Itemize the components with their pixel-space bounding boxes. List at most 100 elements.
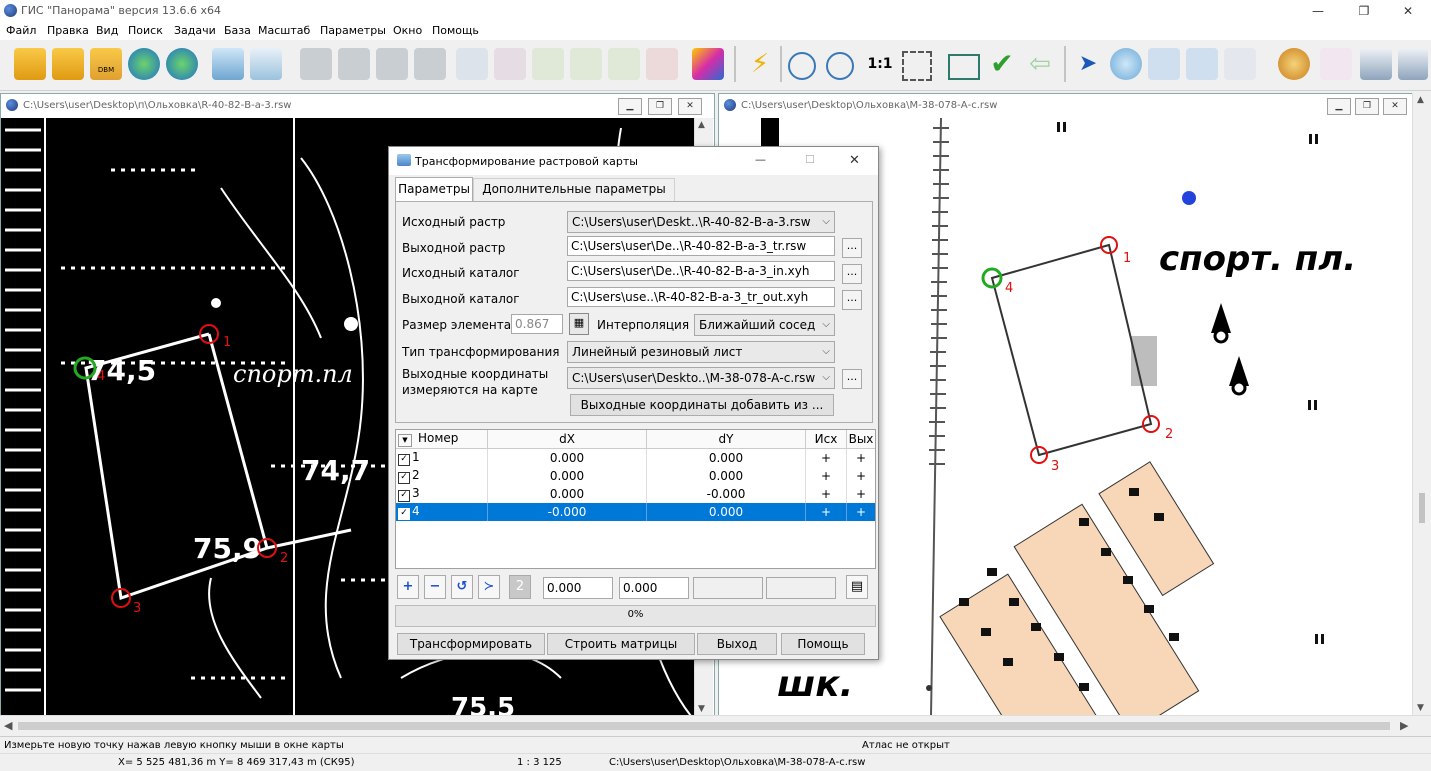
maximize-button[interactable]: ❐ — [1341, 0, 1387, 22]
src-catalog-browse-button[interactable]: ... — [842, 264, 862, 284]
src-raster-select[interactable]: C:\Users\user\Deskt..\R-40-82-В-а-3.rsw ⌵ — [567, 211, 835, 233]
left-map-restore-button[interactable]: ❐ — [648, 98, 672, 115]
tab-additional-parameters[interactable]: Дополнительные параметры — [473, 178, 675, 201]
back-arrow-icon[interactable]: ⇦ — [1024, 48, 1056, 80]
col-header-out[interactable]: Вых — [846, 430, 875, 449]
open-project-icon[interactable] — [52, 48, 84, 80]
step-number-button[interactable]: 2 — [509, 575, 531, 599]
select-move-icon[interactable] — [532, 48, 564, 80]
row-checkbox[interactable]: ✓ — [398, 472, 410, 484]
pointer-icon[interactable]: ➤ — [1072, 48, 1104, 80]
add-out-coords-from-button[interactable]: Выходные координаты добавить из ... — [570, 394, 834, 416]
main-vscrollbar[interactable]: ▲ ▼ — [1412, 93, 1431, 715]
menu-params[interactable]: Параметры — [320, 24, 386, 37]
left-map-close-button[interactable]: ✕ — [678, 98, 702, 115]
zoom-in-icon[interactable] — [826, 52, 854, 80]
menu-base[interactable]: База — [224, 24, 251, 37]
right-map-minimize-button[interactable]: ▁ — [1327, 98, 1351, 115]
coord-z-field[interactable] — [693, 577, 763, 599]
print-icon[interactable] — [1360, 48, 1392, 80]
globe-refresh-icon[interactable] — [128, 48, 160, 80]
out-coords-browse-button[interactable]: ... — [842, 369, 862, 389]
col-header-dy[interactable]: dY — [646, 430, 806, 449]
dbm-frame-icon[interactable] — [1186, 48, 1218, 80]
minimize-button[interactable]: — — [1295, 0, 1341, 22]
menu-file[interactable]: Файл — [6, 24, 36, 37]
open-folder-icon[interactable] — [14, 48, 46, 80]
menu-window[interactable]: Окно — [393, 24, 422, 37]
text-frame-icon[interactable] — [1224, 48, 1256, 80]
transform-button[interactable]: Трансформировать — [397, 633, 545, 655]
binoculars-dots-icon[interactable] — [376, 48, 408, 80]
binoculars-a-icon[interactable] — [338, 48, 370, 80]
element-size-field[interactable]: 0.867 — [511, 314, 563, 334]
frame-list-icon[interactable] — [1148, 48, 1180, 80]
globe-add-icon[interactable] — [166, 48, 198, 80]
scroll-right-icon[interactable]: ▶ — [1400, 719, 1408, 732]
sort-dropdown-icon[interactable]: ▼ — [398, 434, 412, 447]
out-raster-browse-button[interactable]: ... — [842, 238, 862, 258]
scale-1-1-button[interactable]: 1:1 — [864, 48, 896, 80]
transform-type-select[interactable]: Линейный резиновый лист ⌵ — [567, 341, 835, 363]
document-icon[interactable]: ▤ — [846, 575, 868, 599]
menu-search[interactable]: Поиск — [128, 24, 163, 37]
col-header-dx[interactable]: dX — [487, 430, 647, 449]
dialog-close-button[interactable]: ✕ — [849, 153, 860, 168]
out-coords-map-select[interactable]: C:\Users\user\Deskto..\M-38-078-А-с.rsw ⌵ — [567, 367, 835, 389]
row-checkbox[interactable]: ✓ — [398, 454, 410, 466]
palette-icon[interactable] — [1278, 48, 1310, 80]
left-map-minimize-button[interactable]: ▁ — [618, 98, 642, 115]
src-catalog-field[interactable]: C:\Users\user\De..\R-40-82-В-а-3_in.xyh — [567, 261, 835, 281]
main-hscrollbar[interactable]: ◀ ▶ — [0, 715, 1431, 736]
scroll-up-icon[interactable]: ▲ — [1417, 95, 1424, 105]
add-point-icon[interactable] — [570, 48, 602, 80]
out-catalog-field[interactable]: C:\Users\use..\R-40-82-В-а-3_tr_out.xyh — [567, 287, 835, 307]
dialog-maximize-button[interactable]: ☐ — [805, 153, 815, 166]
help-button[interactable]: Помощь — [781, 633, 865, 655]
print2-icon[interactable] — [1398, 48, 1428, 80]
globe-map-icon[interactable] — [1110, 48, 1142, 80]
menu-edit[interactable]: Правка — [47, 24, 89, 37]
table-row[interactable]: ✓ 3 0.000 -0.000 + + — [396, 485, 875, 503]
layers-icon[interactable] — [212, 48, 244, 80]
scroll-down-icon[interactable]: ▼ — [1417, 703, 1424, 713]
right-map-close-button[interactable]: ✕ — [1383, 98, 1407, 115]
build-matrices-button[interactable]: Строить матрицы — [547, 633, 695, 655]
out-raster-field[interactable]: C:\Users\user\De..\R-40-82-В-а-3_tr.rsw — [567, 236, 835, 256]
menu-help[interactable]: Помощь — [432, 24, 479, 37]
tab-parameters[interactable]: Параметры — [395, 177, 473, 202]
zoom-frame-icon[interactable] — [902, 51, 932, 81]
cube-icon[interactable] — [692, 48, 724, 80]
coord-y-field[interactable]: 0.000 — [619, 577, 689, 599]
list-icon[interactable] — [456, 48, 488, 80]
close-button[interactable]: ✕ — [1385, 0, 1431, 22]
undo-icon[interactable]: ↺ — [451, 575, 473, 599]
out-catalog-browse-button[interactable]: ... — [842, 290, 862, 310]
col-header-number[interactable]: ▼ Номер — [396, 430, 488, 449]
exit-button[interactable]: Выход — [697, 633, 777, 655]
lightning-icon[interactable]: ⚡ — [744, 48, 776, 80]
scroll-left-icon[interactable]: ◀ — [4, 719, 12, 732]
col-header-src[interactable]: Исх — [805, 430, 847, 449]
remove-point-button[interactable]: − — [424, 575, 446, 599]
select-object-icon[interactable] — [494, 48, 526, 80]
row-checkbox[interactable]: ✓ — [398, 508, 410, 520]
binoculars-icon[interactable] — [300, 48, 332, 80]
menu-tasks[interactable]: Задачи — [174, 24, 216, 37]
menu-view[interactable]: Вид — [96, 24, 118, 37]
scroll-thumb[interactable] — [18, 722, 1390, 730]
table-row[interactable]: ✓ 2 0.000 0.000 + + — [396, 467, 875, 485]
add-point-button[interactable]: + — [397, 575, 419, 599]
route-icon[interactable] — [1320, 48, 1352, 80]
binoculars-2-icon[interactable] — [414, 48, 446, 80]
scroll-up-icon[interactable]: ▲ — [698, 120, 705, 130]
tree-list-icon[interactable] — [250, 48, 282, 80]
dialog-minimize-button[interactable]: — — [755, 153, 766, 166]
scroll-thumb[interactable] — [1419, 493, 1425, 523]
calculator-icon[interactable]: ▦ — [569, 313, 589, 335]
scroll-down-icon[interactable]: ▼ — [698, 704, 705, 714]
edit-object-icon[interactable] — [608, 48, 640, 80]
split-icon[interactable]: ≻ — [478, 575, 500, 599]
check-icon[interactable]: ✔ — [986, 48, 1018, 80]
row-checkbox[interactable]: ✓ — [398, 490, 410, 502]
